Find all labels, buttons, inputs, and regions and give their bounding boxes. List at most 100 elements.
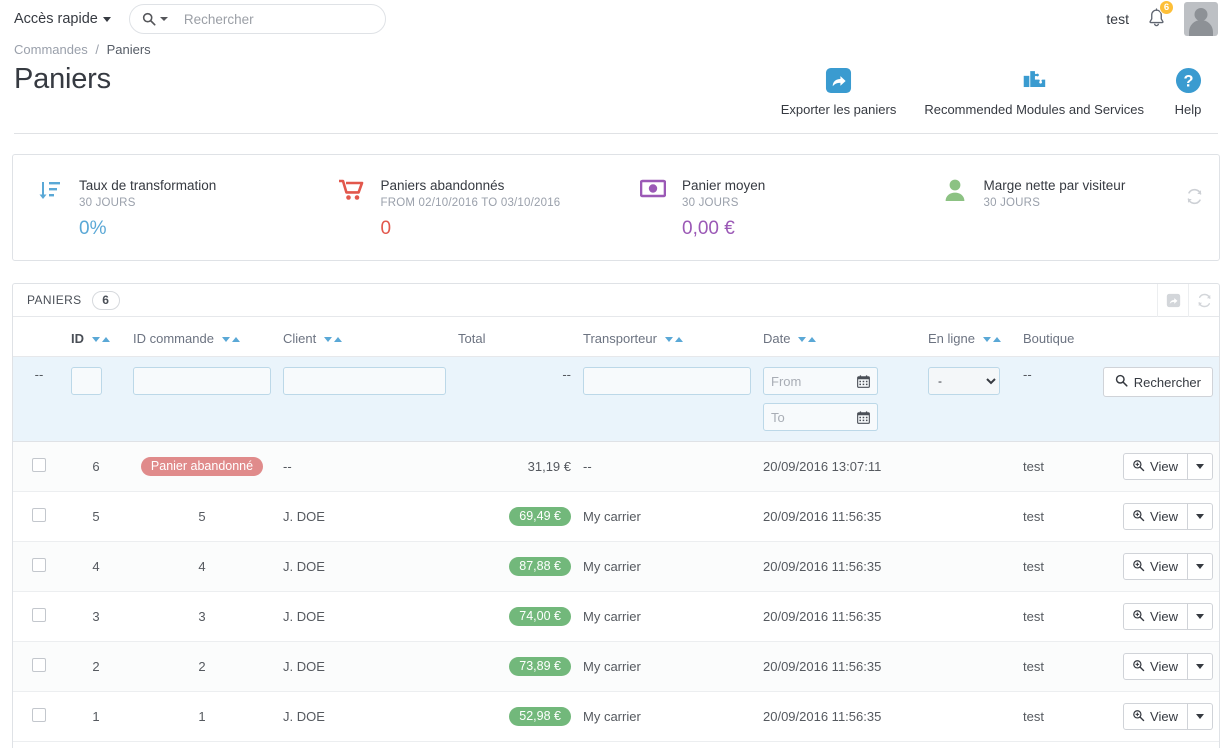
- row-actions-dropdown-button[interactable]: [1188, 603, 1213, 630]
- filter-select-all-cell: --: [13, 357, 65, 442]
- row-total-cell: 73,89 €: [452, 642, 577, 692]
- kpi-net-profit-per-visit[interactable]: Marge nette par visiteur 30 JOURS: [918, 155, 1220, 260]
- sort-asc-icon[interactable]: [993, 337, 1001, 342]
- view-button[interactable]: View: [1123, 703, 1188, 730]
- th-shop-label: Boutique: [1023, 331, 1074, 346]
- kpi-conversion-rate[interactable]: Taux de transformation 30 JOURS 0%: [13, 155, 315, 260]
- export-icon[interactable]: [1157, 284, 1188, 317]
- sort-desc-icon[interactable]: [798, 337, 806, 342]
- view-button-label: View: [1150, 509, 1178, 524]
- view-button-label: View: [1150, 709, 1178, 724]
- sort-desc-icon[interactable]: [324, 337, 332, 342]
- row-checkbox[interactable]: [32, 508, 46, 522]
- total-badge: 73,89 €: [509, 657, 571, 677]
- filter-customer-cell: [277, 357, 452, 442]
- row-checkbox[interactable]: [32, 608, 46, 622]
- kpi-title: Panier moyen: [682, 177, 765, 195]
- search-button[interactable]: Rechercher: [1103, 367, 1213, 397]
- row-customer: J. DOE: [277, 592, 452, 642]
- filter-online-select[interactable]: - Oui Non: [928, 367, 1000, 395]
- row-actions-dropdown-button[interactable]: [1188, 653, 1213, 680]
- kpi-average-cart[interactable]: Panier moyen 30 JOURS 0,00 €: [616, 155, 918, 260]
- filter-id-input[interactable]: [71, 367, 102, 395]
- sort-desc-icon[interactable]: [92, 337, 100, 342]
- search-input[interactable]: [182, 11, 373, 28]
- row-customer: --: [277, 442, 452, 492]
- th-id-order: ID commande: [127, 317, 277, 357]
- table-row[interactable]: 2 2 J. DOE 73,89 € My carrier 20/09/2016…: [13, 642, 1219, 692]
- sort-asc-icon[interactable]: [232, 337, 240, 342]
- zoom-in-icon: [1132, 459, 1145, 475]
- filter-customer-input[interactable]: [283, 367, 446, 395]
- row-actions-dropdown-button[interactable]: [1188, 553, 1213, 580]
- zoom-in-icon: [1132, 659, 1145, 675]
- table-header-row: ID ID commande Client: [13, 317, 1219, 357]
- table-row[interactable]: 4 4 J. DOE 87,88 € My carrier 20/09/2016…: [13, 542, 1219, 592]
- svg-text:?: ?: [1183, 72, 1193, 90]
- row-shop: test: [1017, 542, 1117, 592]
- calendar-icon[interactable]: [849, 403, 878, 431]
- row-checkbox[interactable]: [32, 658, 46, 672]
- global-search-box[interactable]: [129, 4, 386, 34]
- row-actions-dropdown-button[interactable]: [1188, 703, 1213, 730]
- sort-desc-icon[interactable]: [983, 337, 991, 342]
- table-row[interactable]: 3 3 J. DOE 74,00 € My carrier 20/09/2016…: [13, 592, 1219, 642]
- row-id-order: 1: [127, 692, 277, 742]
- row-checkbox[interactable]: [32, 558, 46, 572]
- row-customer: J. DOE: [277, 542, 452, 592]
- export-carts-button[interactable]: Exporter les paniers: [767, 65, 911, 117]
- th-date: Date: [757, 317, 922, 357]
- search-button-label: Rechercher: [1134, 375, 1201, 390]
- row-actions-dropdown-button[interactable]: [1188, 453, 1213, 480]
- sort-asc-icon[interactable]: [102, 337, 110, 342]
- row-online: [922, 642, 1017, 692]
- filter-carrier-input[interactable]: [583, 367, 751, 395]
- chevron-down-icon: [1196, 664, 1204, 669]
- row-actions-dropdown-button[interactable]: [1188, 503, 1213, 530]
- table-row[interactable]: 5 5 J. DOE 69,49 € My carrier 20/09/2016…: [13, 492, 1219, 542]
- notifications-button[interactable]: 6: [1147, 6, 1166, 32]
- recommended-modules-button[interactable]: Recommended Modules and Services: [910, 65, 1158, 117]
- row-total-cell: 87,88 €: [452, 542, 577, 592]
- th-id-order-label: ID commande: [133, 331, 214, 346]
- filter-id-order-input[interactable]: [133, 367, 271, 395]
- sort-asc-icon[interactable]: [808, 337, 816, 342]
- calendar-icon[interactable]: [849, 367, 878, 395]
- view-button[interactable]: View: [1123, 453, 1188, 480]
- row-date: 20/09/2016 11:56:35: [757, 692, 922, 742]
- refresh-kpi-icon[interactable]: [1186, 188, 1203, 208]
- sort-desc-icon[interactable]: [222, 337, 230, 342]
- row-carrier: My carrier: [577, 692, 757, 742]
- employee-name: test: [1106, 11, 1129, 27]
- view-button[interactable]: View: [1123, 603, 1188, 630]
- row-shop: test: [1017, 642, 1117, 692]
- view-button[interactable]: View: [1123, 503, 1188, 530]
- avatar[interactable]: [1184, 2, 1218, 36]
- quick-access-dropdown[interactable]: Accès rapide: [14, 11, 111, 27]
- breadcrumb-parent[interactable]: Commandes: [14, 42, 88, 57]
- view-button[interactable]: View: [1123, 653, 1188, 680]
- help-button[interactable]: ? Help: [1158, 65, 1218, 117]
- header-divider: [14, 133, 1218, 134]
- chevron-down-icon: [1196, 614, 1204, 619]
- table-filter-row: -- --: [13, 357, 1219, 442]
- search-scope-chevron-down-icon[interactable]: [160, 17, 168, 21]
- sort-asc-icon[interactable]: [334, 337, 342, 342]
- view-button[interactable]: View: [1123, 553, 1188, 580]
- refresh-icon[interactable]: [1188, 284, 1219, 317]
- table-row[interactable]: 1 1 J. DOE 52,98 € My carrier 20/09/2016…: [13, 692, 1219, 742]
- row-id-order: 4: [127, 542, 277, 592]
- row-checkbox-cell: [13, 592, 65, 642]
- sort-asc-icon[interactable]: [675, 337, 683, 342]
- row-checkbox[interactable]: [32, 708, 46, 722]
- row-date: 20/09/2016 11:56:35: [757, 492, 922, 542]
- sort-desc-icon[interactable]: [665, 337, 673, 342]
- carts-table: ID ID commande Client: [13, 317, 1219, 742]
- filter-date-from-wrapper: [763, 367, 878, 395]
- kpi-abandoned-carts[interactable]: Paniers abandonnés FROM 02/10/2016 TO 03…: [315, 155, 617, 260]
- total-badge: 74,00 €: [509, 607, 571, 627]
- row-checkbox[interactable]: [32, 458, 46, 472]
- row-id: 5: [65, 492, 127, 542]
- table-row[interactable]: 6 Panier abandonné -- 31,19 € -- 20/09/2…: [13, 442, 1219, 492]
- top-bar-right-group: test 6: [1106, 2, 1222, 36]
